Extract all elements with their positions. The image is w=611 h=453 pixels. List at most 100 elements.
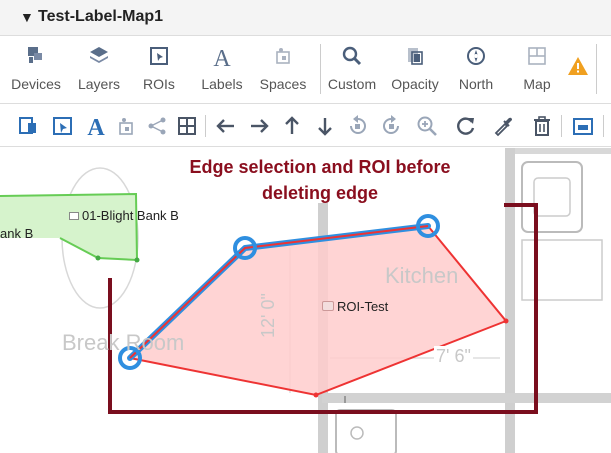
dimension-label-vertical: 12' 0" (258, 293, 278, 338)
opacity-button[interactable]: Opacity (384, 36, 446, 104)
reset-icon (457, 117, 475, 135)
map-canvas[interactable]: Kitchen Break Room 12' 0" 7' 6" Edge sel… (0, 148, 611, 453)
rotate-right-icon (383, 115, 399, 134)
devices-label: Devices (11, 76, 61, 92)
add-label-tool[interactable]: A (83, 113, 109, 139)
roi-label-text: ROI-Test (337, 299, 389, 314)
device-label-text: 01-Blight Bank B (82, 208, 179, 223)
layers-label: Layers (77, 76, 121, 92)
opacity-icon (408, 48, 423, 65)
edit-toolbar-separator (205, 115, 206, 137)
add-roi-tool[interactable] (50, 113, 76, 139)
edit-toolbar-separator-end (603, 115, 604, 137)
green-zone-vertex[interactable] (134, 257, 140, 263)
reset-tool[interactable] (453, 113, 479, 139)
map-button[interactable]: Map (510, 36, 564, 104)
add-device-icon (19, 117, 36, 134)
custom-button[interactable]: Custom (324, 36, 380, 104)
add-space-icon (119, 118, 133, 135)
left-partial-label: ank B (0, 226, 34, 241)
device-label[interactable]: 01-Blight Bank B (69, 208, 179, 223)
text-label-icon: A (213, 46, 231, 70)
toolbar-separator-right (596, 44, 597, 94)
roi-icon (150, 47, 168, 65)
compass-icon (467, 47, 485, 65)
roi-label[interactable]: ROI-Test (322, 299, 388, 314)
opacity-label: Opacity (391, 76, 439, 92)
spaces-icon (276, 48, 290, 64)
eyedropper-tool[interactable] (491, 113, 517, 139)
labels-glyph: A (213, 46, 231, 70)
toolbar-separator (320, 44, 321, 94)
map-label: Map (523, 76, 551, 92)
rois-label: ROIs (143, 76, 175, 92)
devices-icon (28, 47, 42, 63)
room-label-break-room: Break Room (62, 330, 185, 355)
share-nodes-icon (148, 117, 166, 135)
trash-icon (534, 116, 550, 136)
grid-icon (178, 117, 196, 135)
add-roi-icon (53, 117, 72, 135)
devices-button[interactable]: Devices (0, 36, 72, 104)
window-icon (573, 118, 593, 135)
share-nodes-tool[interactable] (144, 113, 170, 139)
annotation-line-2: deleting edge (261, 183, 378, 203)
custom-label: Custom (327, 76, 377, 92)
spaces-label: Spaces (259, 76, 307, 92)
floorplan-wall-horizontal (322, 393, 611, 403)
rotate-right-tool[interactable] (378, 113, 404, 139)
arrow-right-icon (251, 119, 269, 133)
add-device-tool[interactable] (16, 113, 42, 139)
eyedropper-icon (494, 117, 512, 137)
move-left-tool[interactable] (213, 113, 239, 139)
floorplan-sink-drain (350, 426, 364, 440)
arrow-up-icon (285, 116, 299, 134)
annotation-line-1: Edge selection and ROI before (189, 157, 451, 177)
main-toolbar: Devices Layers ROIs A Labels Spaces Cust… (0, 36, 611, 104)
spaces-button[interactable]: Spaces (252, 36, 314, 104)
move-right-tool[interactable] (246, 113, 272, 139)
window-tool[interactable] (570, 113, 596, 139)
layers-icon (90, 47, 108, 63)
floorplan-sink (335, 409, 397, 453)
floorplan-appliance-inner (533, 177, 571, 217)
labels-button[interactable]: A Labels (194, 36, 250, 104)
edit-toolbar: A (0, 105, 611, 147)
north-button[interactable]: North (448, 36, 504, 104)
green-zone-vertex[interactable] (95, 255, 101, 261)
delete-tool[interactable] (529, 113, 555, 139)
warning-icon[interactable] (567, 56, 589, 76)
layers-button[interactable]: Layers (68, 36, 130, 104)
roi-label-marker-icon (322, 301, 334, 311)
zoom-in-tool[interactable] (414, 113, 440, 139)
rotate-left-icon (350, 115, 366, 134)
labels-label: Labels (201, 76, 243, 92)
arrow-down-icon (318, 118, 332, 136)
add-space-tool[interactable] (113, 113, 139, 139)
roi-vertex[interactable] (313, 392, 319, 398)
move-down-tool[interactable] (312, 113, 338, 139)
roi-vertex[interactable] (503, 318, 509, 324)
north-label: North (458, 76, 494, 92)
roi-polygon[interactable] (127, 224, 508, 397)
floorplan-wall-top (515, 148, 611, 154)
device-marker-icon (69, 212, 79, 220)
annotation-text: Edge selection and ROI before deleting e… (150, 154, 490, 206)
grid-tool[interactable] (174, 113, 200, 139)
map-icon (528, 47, 546, 65)
floorplan-wall-right (505, 148, 515, 453)
dimension-label-horizontal: 7' 6" (434, 346, 473, 367)
rotate-left-tool[interactable] (345, 113, 371, 139)
rois-button[interactable]: ROIs (132, 36, 186, 104)
zoom-in-icon (417, 116, 437, 136)
arrow-left-icon (216, 119, 234, 133)
search-icon (342, 46, 362, 66)
panel-header: ▼ Test-Label-Map1 (0, 0, 611, 36)
add-label-icon: A (87, 115, 105, 139)
edit-toolbar-separator-right (561, 115, 562, 137)
collapse-toggle-icon[interactable]: ▼ (20, 9, 34, 25)
room-label-kitchen: Kitchen (385, 263, 459, 288)
panel-title: Test-Label-Map1 (38, 8, 164, 25)
floorplan-appliance (521, 161, 583, 233)
move-up-tool[interactable] (279, 113, 305, 139)
